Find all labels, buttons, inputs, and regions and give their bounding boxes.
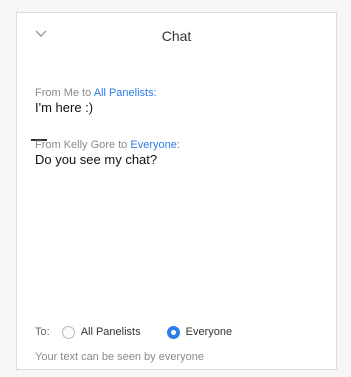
message-recipient: Everyone: — [130, 139, 180, 151]
message-sender: From Me to — [35, 87, 94, 99]
chat-input[interactable]: Your text can be seen by everyone — [35, 351, 204, 363]
message-sender: From Kelly Gore to — [35, 139, 131, 151]
chat-panel: Chat From Me to All Panelists: I'm here … — [16, 12, 337, 370]
chat-message: From Me to All Panelists: I'm here :) — [35, 86, 157, 116]
recipient-option-everyone[interactable]: Everyone — [166, 325, 233, 339]
message-meta: From Me to All Panelists: — [35, 86, 157, 100]
recipient-label: To: — [35, 326, 50, 338]
chat-message: From Kelly Gore to Everyone: Do you see … — [35, 138, 180, 168]
recipient-option-all-panelists[interactable]: All Panelists — [61, 325, 141, 339]
chat-header: Chat — [17, 13, 336, 57]
radio-all-panelists[interactable] — [61, 325, 75, 339]
message-meta: From Kelly Gore to Everyone: — [35, 138, 180, 152]
message-recipient: All Panelists: — [93, 87, 157, 99]
recipient-selector: To: All Panelists Everyone — [35, 323, 232, 341]
radio-everyone[interactable] — [166, 325, 180, 339]
chat-title: Chat — [161, 28, 192, 44]
message-text: Do you see my chat? — [35, 152, 158, 167]
recipient-option-label: All Panelists — [80, 326, 141, 338]
recipient-option-label: Everyone — [185, 326, 233, 338]
message-text: I'm here :) — [35, 100, 94, 115]
